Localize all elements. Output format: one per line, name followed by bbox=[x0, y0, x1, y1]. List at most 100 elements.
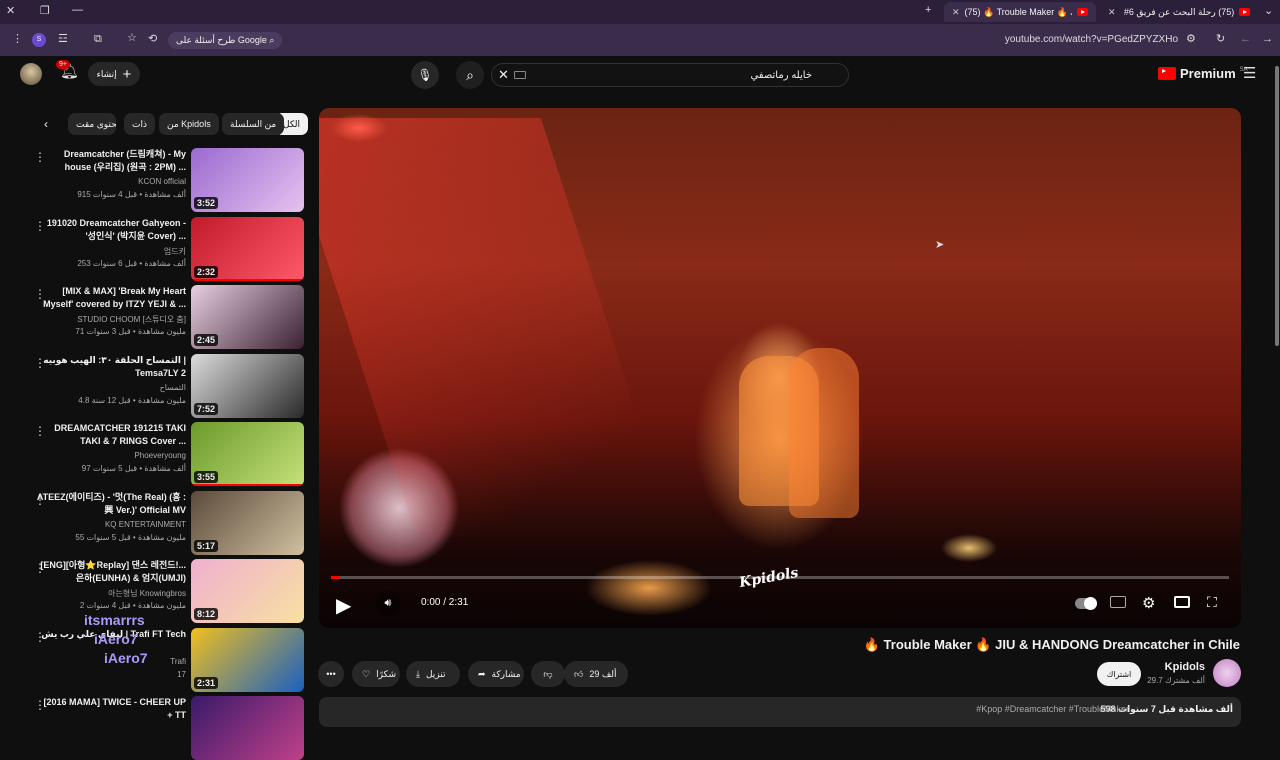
extensions-icon[interactable]: ☲ bbox=[58, 34, 68, 45]
list-item[interactable]: 7:52 التمساح الحلقة ٣٠: الهيب هوبيه | Tem… bbox=[28, 353, 306, 418]
chip-series[interactable]: من السلسلة bbox=[222, 113, 285, 135]
browser-tab[interactable]: ✕ (75) رحلة البحث عن فريق 6# | ال bbox=[1100, 2, 1258, 22]
captions-icon[interactable] bbox=[1110, 596, 1126, 608]
list-item[interactable]: 2:32 191020 Dreamcatcher Gahyeon - '성인식' … bbox=[28, 216, 306, 281]
video-player[interactable]: Kpidols bbox=[319, 108, 1241, 628]
search-button[interactable]: ⌕ bbox=[456, 61, 484, 89]
rec-title[interactable]: ATEEZ(에이티즈) - '멋(The Real) (흥 : 興 Ver.)'… bbox=[36, 491, 186, 517]
new-tab-icon[interactable]: + bbox=[925, 5, 931, 16]
list-item[interactable]: 5:17 ATEEZ(에이티즈) - '멋(The Real) (흥 : 興 Ve… bbox=[28, 490, 306, 555]
more-kebab-icon[interactable]: ⋮ bbox=[34, 630, 46, 644]
rec-title[interactable]: [MIX & MAX] 'Break My Heart Myself' cove… bbox=[36, 285, 186, 311]
more-kebab-icon[interactable]: ⋮ bbox=[34, 150, 46, 164]
rec-channel[interactable]: Trafi bbox=[170, 657, 186, 666]
chip-recommended[interactable]: محتوى مقت bbox=[68, 113, 116, 135]
more-kebab-icon[interactable]: ⋮ bbox=[34, 424, 46, 438]
search-input[interactable]: خايله رماتصفي ✕ bbox=[491, 63, 849, 87]
list-item[interactable]: [2016 MAMA] TWICE - CHEER UP + TT ⋮ bbox=[28, 696, 306, 760]
subscribe-button[interactable]: اشتراك bbox=[1097, 662, 1141, 686]
video-thumbnail[interactable]: 2:45 bbox=[191, 285, 304, 349]
video-thumbnail[interactable]: 2:31 bbox=[191, 627, 304, 692]
profile-avatar[interactable]: S bbox=[32, 33, 46, 47]
description-box[interactable]: 598 ألف مشاهدة قبل 7 سنوات #Kpop #Dreamc… bbox=[319, 697, 1241, 727]
list-item[interactable]: 3:55 DREAMCATCHER 191215 TAKI TAKI & 7 RI… bbox=[28, 422, 306, 486]
menu-kebab-icon[interactable]: ⋮ bbox=[12, 34, 23, 45]
video-thumbnail[interactable]: 3:52 bbox=[191, 148, 304, 212]
keyboard-icon[interactable] bbox=[514, 71, 526, 79]
more-actions-button[interactable]: ••• bbox=[318, 661, 344, 687]
more-kebab-icon[interactable]: ⋮ bbox=[34, 698, 46, 712]
lens-icon[interactable]: ⟲ bbox=[148, 34, 157, 45]
rec-title[interactable]: [ENG][아형⭐Replay] 댄스 레전드!... 은하(EUNHA) & … bbox=[36, 559, 186, 585]
fullscreen-icon[interactable]: ⛶ bbox=[1207, 594, 1217, 611]
google-ask-pill[interactable]: طرح أسئلة على Google ⌕ bbox=[168, 32, 283, 49]
rec-channel[interactable]: التمساح bbox=[160, 383, 186, 392]
list-item[interactable]: 2:45 [MIX & MAX] 'Break My Heart Myself' … bbox=[28, 285, 306, 349]
more-kebab-icon[interactable]: ⋮ bbox=[34, 287, 46, 301]
clear-search-icon[interactable]: ✕ bbox=[498, 67, 509, 83]
close-window-icon[interactable]: ✕ bbox=[6, 6, 15, 17]
minimize-window-icon[interactable]: — bbox=[72, 5, 83, 16]
thanks-button[interactable]: ♡ شكرًا bbox=[352, 661, 400, 687]
hamburger-menu-icon[interactable]: ☰ bbox=[1243, 66, 1256, 81]
tab-search-icon[interactable]: ⌄ bbox=[1264, 6, 1273, 17]
rec-channel[interactable]: Phoeveryoung bbox=[134, 451, 186, 460]
browser-tab-active[interactable]: ✕ (75) 🔥 Trouble Maker 🔥 JIU & bbox=[944, 2, 1096, 22]
more-kebab-icon[interactable]: ⋮ bbox=[34, 561, 46, 575]
video-thumbnail[interactable]: 2:32 bbox=[191, 216, 304, 281]
play-icon[interactable]: ▶ bbox=[336, 593, 351, 618]
tab-close-icon[interactable]: ✕ bbox=[952, 7, 960, 18]
more-kebab-icon[interactable]: ⋮ bbox=[34, 219, 46, 233]
rec-title[interactable]: [2016 MAMA] TWICE - CHEER UP + TT bbox=[36, 696, 186, 722]
description-tags[interactable]: #Kpop #Dreamcatcher #TroubleMaker bbox=[976, 704, 1129, 714]
rec-channel[interactable]: STUDIO CHOOM [스튜디오 춤] bbox=[77, 314, 186, 325]
chips-prev-icon[interactable]: ‹ bbox=[44, 117, 48, 131]
reload-icon[interactable]: ↻ bbox=[1216, 34, 1225, 45]
more-kebab-icon[interactable]: ⋮ bbox=[34, 356, 46, 370]
rec-channel[interactable]: 아는형님 Knowingbros bbox=[108, 588, 186, 599]
channel-avatar[interactable] bbox=[1213, 659, 1241, 687]
youtube-premium-logo[interactable]: Premium SA bbox=[1158, 66, 1248, 81]
more-kebab-icon[interactable]: ⋮ bbox=[34, 493, 46, 507]
like-button[interactable]: 👍︎ 29 ألف bbox=[564, 661, 628, 687]
rec-channel[interactable]: KQ ENTERTAINMENT bbox=[105, 520, 186, 529]
bookmark-star-icon[interactable]: ☆ bbox=[127, 33, 137, 44]
voice-search-button[interactable]: 🎙︎ bbox=[411, 61, 439, 89]
chip-related[interactable]: ذات bbox=[124, 113, 155, 135]
theater-mode-icon[interactable] bbox=[1174, 596, 1190, 608]
chip-kpidols[interactable]: من Kpidols bbox=[159, 113, 219, 135]
settings-gear-icon[interactable]: ⚙ bbox=[1142, 594, 1155, 612]
volume-icon[interactable]: 🔊︎ bbox=[376, 591, 400, 615]
list-item[interactable]: 2:31 ليفاي علي رب يش | Trafi FT Tech Trafi… bbox=[28, 612, 306, 692]
video-thumbnail[interactable] bbox=[191, 696, 304, 760]
create-button[interactable]: إنشاء + bbox=[88, 62, 140, 86]
forward-icon[interactable]: ← bbox=[1240, 34, 1251, 45]
share-button[interactable]: ➦ مشاركة bbox=[468, 661, 524, 687]
rec-channel[interactable]: KCON official bbox=[138, 177, 186, 186]
page-scrollbar[interactable] bbox=[1274, 56, 1280, 356]
progress-bar[interactable] bbox=[331, 576, 1229, 579]
rec-title[interactable]: التمساح الحلقة ٣٠: الهيب هوبيه | Temsa7L… bbox=[36, 354, 186, 380]
rec-channel[interactable]: 엄드키 bbox=[164, 246, 186, 257]
url-text[interactable]: youtube.com/watch?v=PGedZPYZXHo bbox=[1005, 34, 1178, 45]
download-button[interactable]: ⤓ تنزيل bbox=[406, 661, 460, 687]
rec-title[interactable]: DREAMCATCHER 191215 TAKI TAKI & 7 RINGS … bbox=[36, 422, 186, 448]
restore-window-icon[interactable]: ❐ bbox=[40, 6, 50, 17]
channel-name[interactable]: Kpidols bbox=[1165, 661, 1205, 673]
video-thumbnail[interactable]: 3:55 bbox=[191, 422, 304, 486]
tab-close-icon[interactable]: ✕ bbox=[1108, 7, 1116, 18]
list-item[interactable]: 8:12 [ENG][아형⭐Replay] 댄스 레전드!... 은하(EUNHA… bbox=[28, 559, 306, 623]
video-thumbnail[interactable]: 5:17 bbox=[191, 490, 304, 555]
puzzle-icon[interactable]: ⧉ bbox=[94, 34, 102, 45]
site-settings-icon[interactable]: ⚙ bbox=[1186, 34, 1196, 45]
list-item[interactable]: 3:52 Dreamcatcher (드림캐쳐) - My house (우리집)… bbox=[28, 148, 306, 212]
video-thumbnail[interactable]: 7:52 bbox=[191, 353, 304, 418]
dislike-button[interactable]: 👎︎ bbox=[531, 661, 565, 687]
rec-title[interactable]: Dreamcatcher (드림캐쳐) - My house (우리집) (원곡… bbox=[36, 148, 186, 174]
rec-title[interactable]: 191020 Dreamcatcher Gahyeon - '성인식' (박지윤… bbox=[36, 217, 186, 243]
video-thumbnail[interactable]: 8:12 bbox=[191, 559, 304, 623]
avatar[interactable] bbox=[20, 63, 42, 85]
notifications-bell[interactable]: 🔔︎ 9+ bbox=[56, 60, 79, 81]
autoplay-toggle[interactable] bbox=[1075, 597, 1097, 610]
back-icon[interactable]: → bbox=[1262, 34, 1273, 45]
